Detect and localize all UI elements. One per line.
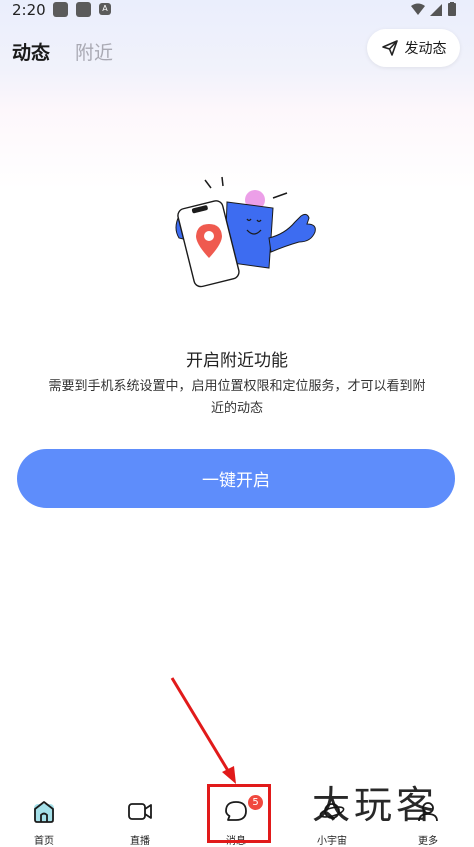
app-notification-icon: [53, 2, 68, 17]
signal-icon: [430, 4, 442, 16]
sparkle-line: [204, 179, 212, 189]
app-notification-icon: A: [99, 3, 111, 15]
annotation-arrow: [170, 677, 236, 784]
tab-dongtai[interactable]: 动态: [12, 38, 50, 65]
post-moment-label: 发动态: [404, 41, 447, 57]
enable-nearby-label: 一键开启: [202, 471, 270, 491]
app-notification-icon: [76, 2, 91, 17]
home-icon: [34, 801, 54, 823]
send-icon: [381, 40, 398, 56]
wifi-icon: [411, 3, 425, 15]
nav-label-home: 首页: [34, 836, 54, 847]
empty-state-title: 开启附近功能: [186, 351, 288, 371]
video-camera-icon: [128, 803, 152, 820]
status-time: 2:20: [12, 1, 46, 19]
nav-item-home[interactable]: 首页: [9, 798, 79, 847]
nav-label-more: 更多: [418, 836, 438, 847]
nav-label-live: 直播: [130, 836, 150, 847]
watermark-text: 太玩客: [312, 783, 439, 827]
empty-state-description: 需要到手机系统设置中，启用位置权限和定位服务，才可以看到附近的动态: [48, 379, 426, 416]
tab-fujin[interactable]: 附近: [75, 38, 113, 65]
nav-label-universe: 小宇宙: [317, 836, 347, 847]
nav-item-live[interactable]: 直播: [105, 798, 175, 847]
status-icons: [411, 2, 456, 16]
battery-icon: [448, 3, 456, 16]
sparkle-line: [272, 192, 288, 199]
annotation-highlight-box: [207, 784, 271, 843]
enable-nearby-button[interactable]: 一键开启: [17, 449, 455, 508]
thumbs-up-arm: [268, 213, 316, 253]
location-illustration: [175, 176, 316, 288]
sparkle-line: [221, 176, 224, 187]
status-bar: 2:20 A: [0, 0, 474, 22]
post-moment-button[interactable]: 发动态: [367, 29, 460, 67]
